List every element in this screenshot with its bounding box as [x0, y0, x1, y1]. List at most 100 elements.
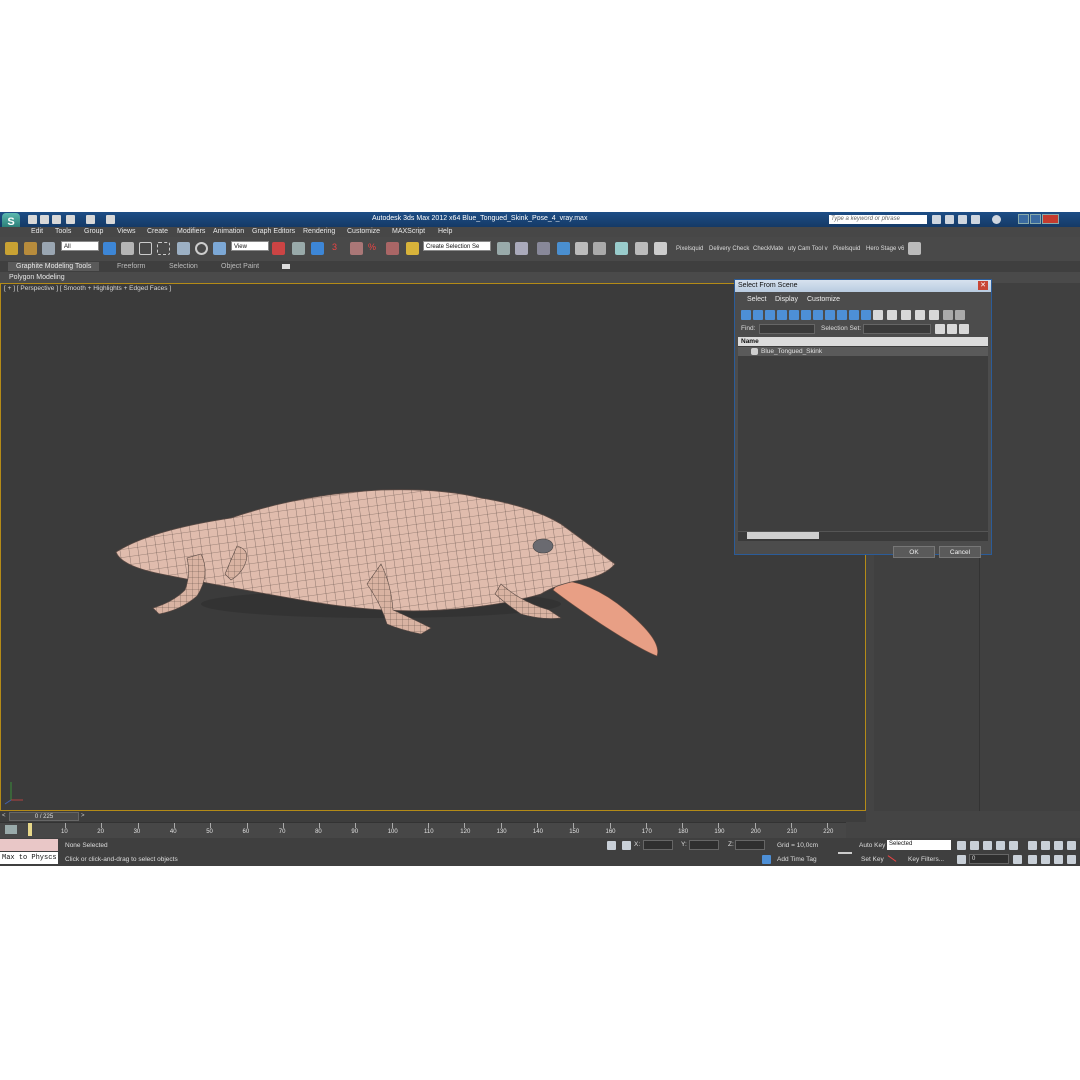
unlink-icon[interactable]	[24, 242, 37, 255]
maxscript-listener-output[interactable]	[0, 839, 58, 851]
mini-curve-editor-icon[interactable]	[5, 825, 17, 834]
render-frame-icon[interactable]	[654, 242, 667, 255]
goto-end-icon[interactable]	[1009, 841, 1018, 850]
redo-icon[interactable]	[86, 215, 95, 224]
material-editor-icon[interactable]	[615, 242, 628, 255]
plugin-delivery-check[interactable]: Delivery Check	[709, 246, 749, 252]
current-frame-marker[interactable]	[28, 823, 32, 836]
dialog-menu-display[interactable]: Display	[775, 296, 798, 303]
filter-containers-icon[interactable]	[849, 310, 859, 320]
plugin-hero-stage[interactable]: Hero Stage v6	[866, 246, 904, 252]
search-input[interactable]: Type a keyword or phrase	[829, 215, 927, 224]
spinner-snap-icon[interactable]	[386, 242, 399, 255]
ok-button[interactable]: OK	[893, 546, 935, 558]
select-none-icon[interactable]	[901, 310, 911, 320]
layer-manager-icon[interactable]	[537, 242, 550, 255]
goto-start-icon[interactable]	[957, 841, 966, 850]
time-next-icon[interactable]: >	[81, 813, 85, 819]
set-key-button[interactable]: Set Key	[861, 856, 884, 863]
filter-xrefs-icon[interactable]	[825, 310, 835, 320]
menu-modifiers[interactable]: Modifiers	[177, 228, 205, 235]
plugin-pixelsquid[interactable]: Pixelsquid	[676, 246, 703, 252]
render-setup-icon[interactable]	[635, 242, 648, 255]
maximize-button[interactable]	[1030, 214, 1041, 224]
move-icon[interactable]	[177, 242, 190, 255]
menu-help[interactable]: Help	[438, 228, 452, 235]
filter-frozen-icon[interactable]	[861, 310, 871, 320]
schematic-view-icon[interactable]	[593, 242, 606, 255]
select-manipulate-icon[interactable]	[292, 242, 305, 255]
mirror-icon[interactable]	[497, 242, 510, 255]
save-file-icon[interactable]	[52, 215, 61, 224]
ribbon-options-icon[interactable]	[282, 264, 290, 269]
zoom-all-icon[interactable]	[1041, 841, 1050, 850]
x-coordinate-input[interactable]	[643, 840, 673, 850]
selection-filter-dropdown[interactable]: All	[61, 241, 99, 251]
play-icon[interactable]	[983, 841, 992, 850]
display-children-icon[interactable]	[929, 310, 939, 320]
time-slider[interactable]: 0 / 225	[9, 812, 79, 821]
column-header-name[interactable]: Name	[738, 337, 988, 346]
select-all-icon[interactable]	[887, 310, 897, 320]
menu-edit[interactable]: Edit	[31, 228, 43, 235]
percent-snap-icon[interactable]: %	[368, 242, 381, 255]
subscription-icon[interactable]	[945, 215, 954, 224]
dialog-menu-select[interactable]: Select	[747, 296, 766, 303]
teapot-render-icon[interactable]	[908, 242, 921, 255]
create-selection-set-icon[interactable]	[935, 324, 945, 334]
filter-spacewarps-icon[interactable]	[801, 310, 811, 320]
select-by-name-icon[interactable]	[121, 242, 134, 255]
tab-freeform[interactable]: Freeform	[117, 262, 145, 271]
filter-lights-icon[interactable]	[765, 310, 775, 320]
key-mode-dropdown[interactable]: Selected	[887, 840, 951, 850]
select-invert-icon[interactable]	[915, 310, 925, 320]
named-selection-dropdown[interactable]: Create Selection Se	[423, 241, 491, 251]
absolute-mode-icon[interactable]	[622, 841, 631, 850]
remove-from-set-icon[interactable]	[959, 324, 969, 334]
graphite-toggle-icon[interactable]	[557, 242, 570, 255]
prev-frame-icon[interactable]	[970, 841, 979, 850]
bind-to-space-warp-icon[interactable]	[42, 242, 55, 255]
menu-graph-editors[interactable]: Graph Editors	[252, 228, 295, 235]
y-coordinate-input[interactable]	[689, 840, 719, 850]
angle-snap-icon[interactable]	[350, 242, 363, 255]
close-button[interactable]	[1042, 214, 1059, 224]
menu-views[interactable]: Views	[117, 228, 136, 235]
tab-object-paint[interactable]: Object Paint	[221, 262, 259, 271]
window-crossing-icon[interactable]	[157, 242, 170, 255]
plugin-checkmate[interactable]: CheckMate	[753, 246, 783, 252]
filter-geometry-icon[interactable]	[741, 310, 751, 320]
help-icon[interactable]	[992, 215, 1001, 224]
plugin-cam-tool[interactable]: uty Cam Tool v	[788, 246, 828, 252]
rectangular-selection-icon[interactable]	[139, 242, 152, 255]
menu-group[interactable]: Group	[84, 228, 103, 235]
new-file-icon[interactable]	[28, 215, 37, 224]
tab-graphite-modeling-tools[interactable]: Graphite Modeling Tools	[8, 262, 100, 271]
find-input[interactable]	[759, 324, 815, 334]
zoom-icon[interactable]	[1028, 841, 1037, 850]
dialog-close-button[interactable]: ✕	[978, 281, 988, 290]
panel-polygon-modeling[interactable]: Polygon Modeling	[9, 273, 65, 282]
favorites-icon[interactable]	[971, 215, 980, 224]
filter-bones-icon[interactable]	[837, 310, 847, 320]
next-frame-icon[interactable]	[996, 841, 1005, 850]
reference-coordinate-dropdown[interactable]: View	[231, 241, 269, 251]
pan-view-icon[interactable]	[1041, 855, 1050, 864]
time-configuration-icon[interactable]	[1013, 855, 1022, 864]
cancel-button[interactable]: Cancel	[939, 546, 981, 558]
plugin-pixelsquid-2[interactable]: Pixelsquid	[833, 246, 860, 252]
menu-maxscript[interactable]: MAXScript	[392, 228, 425, 235]
menu-animation[interactable]: Animation	[213, 228, 244, 235]
filter-hidden-icon[interactable]	[873, 310, 883, 320]
rotate-icon[interactable]	[195, 242, 208, 255]
filter-shapes-icon[interactable]	[753, 310, 763, 320]
keyboard-shortcut-override-icon[interactable]	[311, 242, 324, 255]
undo-icon[interactable]	[66, 215, 75, 224]
open-file-icon[interactable]	[40, 215, 49, 224]
field-of-view-icon[interactable]	[1028, 855, 1037, 864]
orbit-icon[interactable]	[1054, 855, 1063, 864]
snaps-toggle-icon[interactable]: 3	[332, 242, 345, 255]
menu-rendering[interactable]: Rendering	[303, 228, 335, 235]
align-icon[interactable]	[515, 242, 528, 255]
communication-icon[interactable]	[958, 215, 967, 224]
